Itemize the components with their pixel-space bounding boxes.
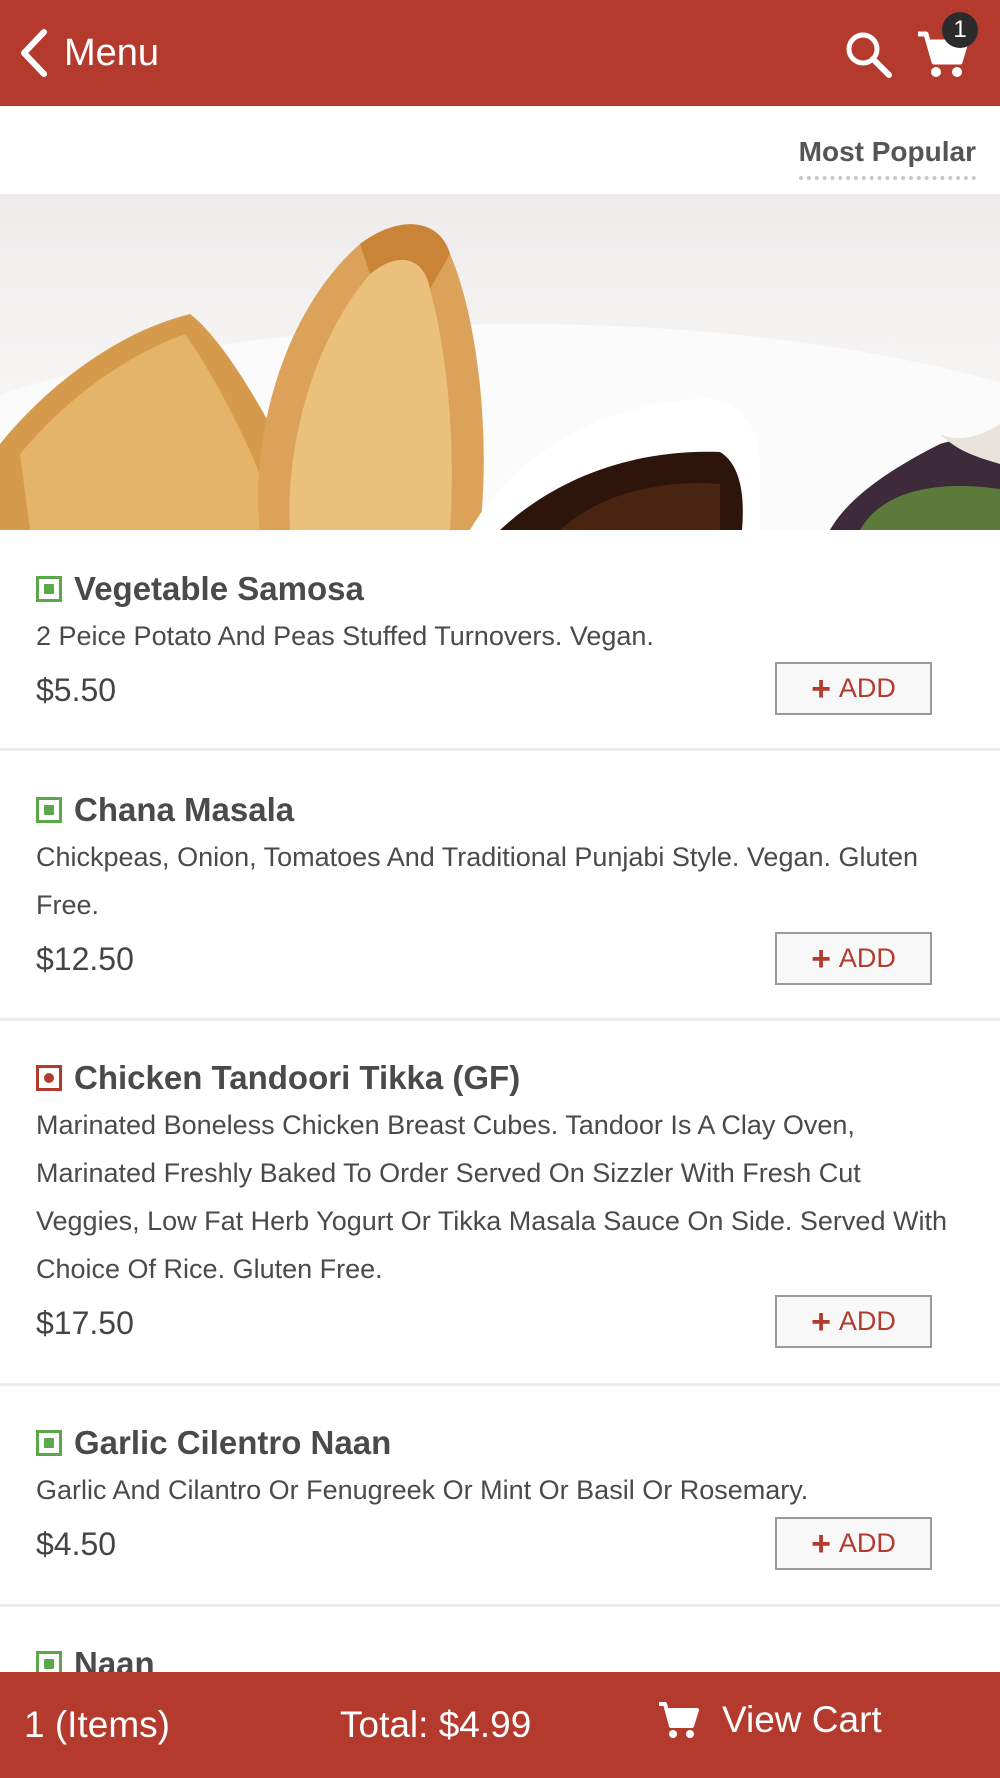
item-name: Vegetable Samosa [74, 570, 364, 607]
cart-count-badge: 1 [942, 12, 978, 48]
plus-icon: + [811, 669, 831, 708]
sort-most-popular[interactable]: Most Popular [798, 136, 976, 180]
item-description: 2 Peice Potato And Peas Stuffed Turnover… [36, 621, 654, 651]
search-icon[interactable] [842, 28, 894, 80]
item-description: Garlic And Cilantro Or Fenugreek Or Mint… [36, 1475, 809, 1505]
veg-indicator-icon [36, 797, 62, 823]
sort-bar: Most Popular [0, 106, 1000, 194]
item-description: Marinated Boneless Chicken Breast Cubes.… [36, 1110, 947, 1284]
cart-icon [659, 1702, 699, 1738]
item-price: $5.50 [36, 672, 117, 708]
non-veg-indicator-icon [36, 1065, 62, 1091]
view-cart-label: View Cart [722, 1699, 882, 1740]
view-cart-button[interactable]: View Cart [656, 1698, 882, 1742]
cart-summary-bar: 1 (Items) Total: $4.99 View Cart [0, 1672, 1000, 1778]
menu-item: Chana Masala Chickpeas, Onion, Tomatoes … [0, 751, 1000, 1021]
menu-item: Garlic Cilentro Naan Garlic And Cilantro… [0, 1386, 1000, 1607]
item-price: $17.50 [36, 1305, 134, 1341]
plus-icon: + [811, 1524, 831, 1563]
item-price: $4.50 [36, 1526, 117, 1562]
item-name: Garlic Cilentro Naan [74, 1424, 392, 1461]
item-name: Chicken Tandoori Tikka (GF) [74, 1059, 521, 1096]
cart-items-count: 1 (Items) [24, 1704, 170, 1745]
top-app-bar: Menu 1 [0, 0, 1000, 106]
hero-food-image [0, 194, 1000, 530]
back-button[interactable]: Menu [18, 28, 159, 78]
samosa-photo [0, 224, 1000, 530]
add-button[interactable]: + ADD [775, 932, 932, 985]
item-description: Chickpeas, Onion, Tomatoes And Tradition… [36, 842, 919, 920]
add-label: ADD [838, 1306, 896, 1336]
back-label: Menu [64, 31, 160, 74]
add-button[interactable]: + ADD [775, 662, 932, 715]
add-button[interactable]: + ADD [775, 1295, 932, 1348]
item-price: $12.50 [36, 941, 134, 977]
add-label: ADD [838, 943, 896, 973]
plus-icon: + [811, 939, 831, 978]
veg-indicator-icon [36, 576, 62, 602]
add-button[interactable]: + ADD [775, 1517, 932, 1570]
item-name: Chana Masala [74, 791, 295, 828]
plus-icon: + [811, 1302, 831, 1341]
add-label: ADD [838, 1528, 896, 1558]
veg-indicator-icon [36, 1430, 62, 1456]
cart-total: Total: $4.99 [340, 1704, 532, 1745]
chevron-left-icon [21, 29, 47, 77]
menu-item: Chicken Tandoori Tikka (GF) Marinated Bo… [0, 1021, 1000, 1386]
menu-item: Vegetable Samosa 2 Peice Potato And Peas… [0, 530, 1000, 751]
menu-items-list: Vegetable Samosa 2 Peice Potato And Peas… [0, 530, 1000, 1727]
add-label: ADD [838, 673, 896, 703]
